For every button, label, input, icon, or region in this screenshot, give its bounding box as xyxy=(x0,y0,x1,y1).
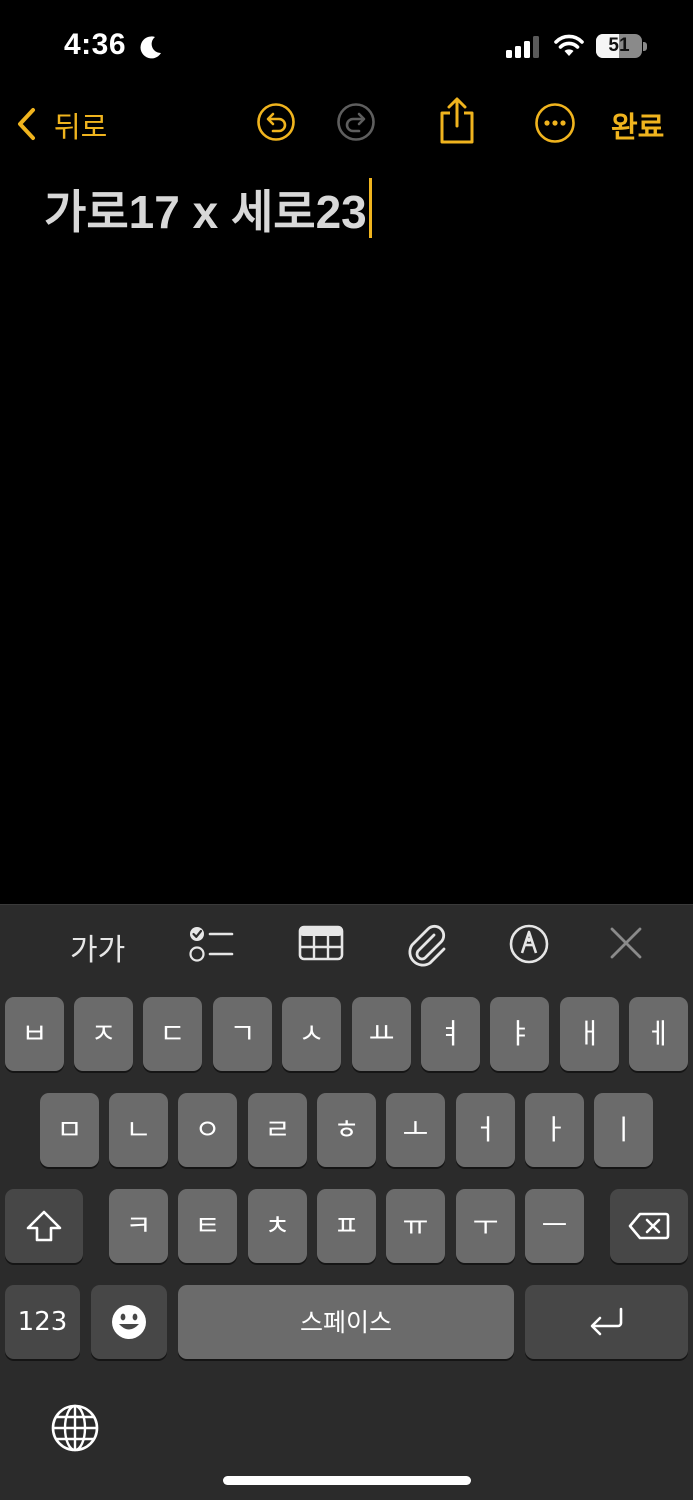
key-label: ㅊ xyxy=(264,1209,291,1242)
numbers-key[interactable]: 123 xyxy=(5,1285,80,1359)
markup-icon[interactable] xyxy=(508,923,550,965)
text-cursor xyxy=(368,178,372,238)
key-label: ㅎ xyxy=(333,1113,360,1146)
key[interactable]: ㅛ xyxy=(352,997,411,1071)
key-label: ㄱ xyxy=(229,1017,256,1050)
korean-keyboard: ㅂ ㅈ ㄷ ㄱ ㅅ ㅛ ㅕ ㅑ ㅐ ㅔ ㅁ ㄴ ㅇ ㄹ ㅎ ㅗ ㅓ ㅏ ㅣ ㅋ … xyxy=(0,982,693,1500)
battery-level: 51 xyxy=(608,35,630,56)
key[interactable]: ㅠ xyxy=(386,1189,445,1263)
key-label: ㅗ xyxy=(402,1113,429,1146)
key-label: ㅛ xyxy=(368,1017,395,1050)
emoji-icon xyxy=(112,1305,146,1339)
done-button[interactable]: 완료 xyxy=(611,104,664,146)
shift-key[interactable] xyxy=(5,1189,83,1263)
back-chevron-icon[interactable] xyxy=(12,104,40,144)
key[interactable]: ㅑ xyxy=(490,997,549,1071)
key-label: ㅠ xyxy=(402,1209,429,1242)
close-icon[interactable] xyxy=(608,923,644,963)
key-label: ㅑ xyxy=(506,1017,533,1050)
globe-icon[interactable] xyxy=(50,1403,100,1453)
delete-icon xyxy=(628,1212,670,1240)
key[interactable]: ㅎ xyxy=(317,1093,376,1167)
return-icon xyxy=(590,1307,622,1336)
key-label: ㅋ xyxy=(125,1209,152,1242)
checklist-icon[interactable] xyxy=(188,923,234,965)
status-time: 4:36 xyxy=(64,28,127,61)
key[interactable]: ㅇ xyxy=(178,1093,237,1167)
key-label: ㅁ xyxy=(56,1113,83,1146)
format-bar: 가가 xyxy=(0,904,693,983)
key[interactable]: ㄱ xyxy=(213,997,272,1071)
moon-icon xyxy=(140,36,161,59)
key-label: ㅍ xyxy=(333,1209,360,1242)
key-label: ㄴ xyxy=(125,1113,152,1146)
key[interactable]: ㅂ xyxy=(5,997,64,1071)
table-icon[interactable] xyxy=(298,923,344,963)
key[interactable]: ㅅ xyxy=(282,997,341,1071)
key-label: ㅡ xyxy=(541,1209,568,1242)
key[interactable]: ㅏ xyxy=(525,1093,584,1167)
key[interactable]: ㅍ xyxy=(317,1189,376,1263)
return-key[interactable] xyxy=(525,1285,688,1359)
key-label: ㅈ xyxy=(90,1017,117,1050)
key[interactable]: ㅔ xyxy=(629,997,688,1071)
redo-icon[interactable] xyxy=(336,102,376,142)
wifi-icon xyxy=(554,34,584,56)
emoji-key[interactable] xyxy=(91,1285,167,1359)
key-label: ㄷ xyxy=(159,1017,186,1050)
key[interactable]: ㅗ xyxy=(386,1093,445,1167)
note-text: 가로17 x 세로23 xyxy=(44,186,367,238)
home-indicator[interactable] xyxy=(223,1476,471,1485)
key[interactable]: ㄷ xyxy=(143,997,202,1071)
key-label: ㅣ xyxy=(610,1113,637,1146)
key[interactable]: ㅈ xyxy=(74,997,133,1071)
note-body[interactable]: 가로17 x 세로23 xyxy=(44,176,372,242)
key[interactable]: ㅕ xyxy=(421,997,480,1071)
key[interactable]: ㅊ xyxy=(248,1189,307,1263)
text-style-button[interactable]: 가가 xyxy=(70,925,125,969)
key-label: ㅅ xyxy=(298,1017,325,1050)
key-label: ㅔ xyxy=(645,1017,672,1050)
key-label: ㅜ xyxy=(472,1209,499,1242)
space-key[interactable]: 스페이스 xyxy=(178,1285,514,1359)
key[interactable]: ㅌ xyxy=(178,1189,237,1263)
key[interactable]: ㅣ xyxy=(594,1093,653,1167)
key-label: ㅓ xyxy=(472,1113,499,1146)
key[interactable]: ㄹ xyxy=(248,1093,307,1167)
key-label: ㅐ xyxy=(576,1017,603,1050)
key[interactable]: ㅜ xyxy=(456,1189,515,1263)
key-label: 스페이스 xyxy=(299,1307,392,1337)
key-label: ㅏ xyxy=(541,1113,568,1146)
shift-icon xyxy=(26,1210,62,1242)
undo-icon[interactable] xyxy=(256,102,296,142)
more-icon[interactable] xyxy=(534,102,576,144)
key[interactable]: ㅋ xyxy=(109,1189,168,1263)
share-icon[interactable] xyxy=(438,96,476,146)
key[interactable]: ㅡ xyxy=(525,1189,584,1263)
key[interactable]: ㅐ xyxy=(560,997,619,1071)
key[interactable]: ㅓ xyxy=(456,1093,515,1167)
key-label: ㅕ xyxy=(437,1017,464,1050)
key-label: ㅇ xyxy=(194,1113,221,1146)
key-label: 123 xyxy=(17,1307,68,1337)
attachment-icon[interactable] xyxy=(406,923,448,967)
delete-key[interactable] xyxy=(610,1189,688,1263)
key-label: ㄹ xyxy=(264,1113,291,1146)
key-label: ㅌ xyxy=(194,1209,221,1242)
back-button[interactable]: 뒤로 xyxy=(54,104,107,146)
key[interactable]: ㅁ xyxy=(40,1093,99,1167)
battery-icon: 51 xyxy=(596,34,648,58)
cellular-signal-icon xyxy=(506,36,539,58)
key-label: ㅂ xyxy=(21,1017,48,1050)
key[interactable]: ㄴ xyxy=(109,1093,168,1167)
